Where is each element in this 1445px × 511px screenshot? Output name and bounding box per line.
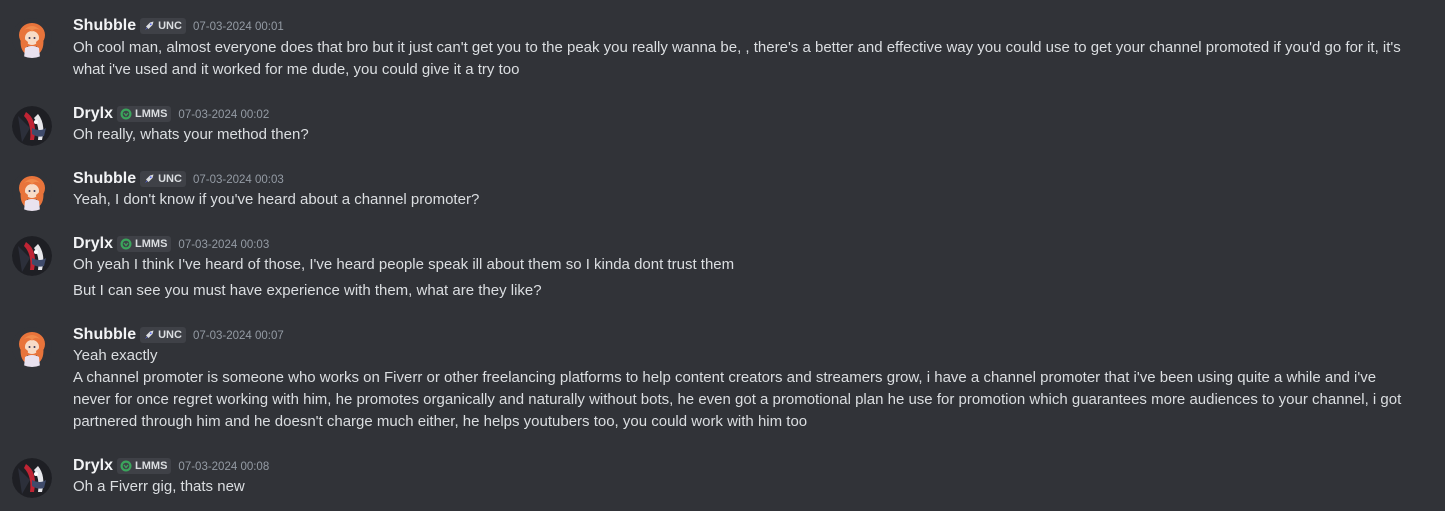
message-text: Oh yeah I think I've heard of those, I'v…: [73, 256, 735, 273]
server-tag-label: UNC: [158, 20, 182, 32]
rocket-icon: [143, 173, 155, 185]
timestamp[interactable]: 07-03-2024 00:08: [178, 460, 269, 473]
avatar-shubble[interactable]: [12, 327, 52, 367]
message-text: Yeah exactly: [73, 347, 158, 364]
server-tag[interactable]: LMMS: [117, 236, 172, 252]
avatar-shubble[interactable]: [12, 18, 52, 58]
shubble-avatar-icon: [12, 18, 52, 58]
rocket-icon: [143, 329, 155, 341]
drylx-avatar-icon: [12, 236, 52, 276]
username[interactable]: Shubble: [73, 17, 136, 35]
message-text: what i've used and it worked for me dude…: [73, 61, 520, 78]
message-header: Drylx LMMS 07-03-2024 00:02: [73, 104, 269, 124]
message-header: Shubble UNC 07-03-2024 00:07: [73, 325, 284, 345]
avatar-drylx[interactable]: [12, 106, 52, 146]
lmms-logo-icon: [120, 108, 132, 120]
message-header: Drylx LMMS 07-03-2024 00:08: [73, 456, 269, 476]
server-tag-label: LMMS: [135, 238, 168, 250]
avatar-shubble[interactable]: [12, 171, 52, 211]
username[interactable]: Drylx: [73, 235, 113, 253]
message-text: A channel promoter is someone who works …: [73, 369, 1377, 386]
message-header: Drylx LMMS 07-03-2024 00:03: [73, 234, 269, 254]
username[interactable]: Drylx: [73, 457, 113, 475]
message-text: never for once regret working with him, …: [73, 391, 1402, 408]
message-header: Shubble UNC 07-03-2024 00:03: [73, 169, 284, 189]
server-tag-label: UNC: [158, 173, 182, 185]
shubble-avatar-icon: [12, 171, 52, 211]
rocket-icon: [143, 20, 155, 32]
message-text: partnered through him and he doesn't cha…: [73, 413, 808, 430]
message-text: Oh a Fiverr gig, thats new: [73, 478, 245, 495]
message-text: But I can see you must have experience w…: [73, 282, 542, 299]
server-tag-label: LMMS: [135, 108, 168, 120]
server-tag-label: UNC: [158, 329, 182, 341]
server-tag[interactable]: UNC: [140, 327, 186, 343]
shubble-avatar-icon: [12, 327, 52, 367]
drylx-avatar-icon: [12, 458, 52, 498]
server-tag-label: LMMS: [135, 460, 168, 472]
avatar-drylx[interactable]: [12, 458, 52, 498]
message-text: Oh really, whats your method then?: [73, 126, 309, 143]
timestamp[interactable]: 07-03-2024 00:03: [178, 238, 269, 251]
server-tag[interactable]: UNC: [140, 18, 186, 34]
username[interactable]: Drylx: [73, 105, 113, 123]
message-text: Oh cool man, almost everyone does that b…: [73, 39, 1401, 56]
timestamp[interactable]: 07-03-2024 00:07: [193, 329, 284, 342]
server-tag[interactable]: UNC: [140, 171, 186, 187]
server-tag[interactable]: LMMS: [117, 106, 172, 122]
message-header: Shubble UNC 07-03-2024 00:01: [73, 16, 284, 36]
timestamp[interactable]: 07-03-2024 00:02: [178, 108, 269, 121]
avatar-drylx[interactable]: [12, 236, 52, 276]
username[interactable]: Shubble: [73, 170, 136, 188]
message-text: Yeah, I don't know if you've heard about…: [73, 191, 480, 208]
lmms-logo-icon: [120, 460, 132, 472]
timestamp[interactable]: 07-03-2024 00:01: [193, 20, 284, 33]
timestamp[interactable]: 07-03-2024 00:03: [193, 173, 284, 186]
lmms-logo-icon: [120, 238, 132, 250]
server-tag[interactable]: LMMS: [117, 458, 172, 474]
drylx-avatar-icon: [12, 106, 52, 146]
message-list: Shubble UNC 07-03-2024 00:01 Oh cool man…: [0, 0, 1445, 511]
username[interactable]: Shubble: [73, 326, 136, 344]
